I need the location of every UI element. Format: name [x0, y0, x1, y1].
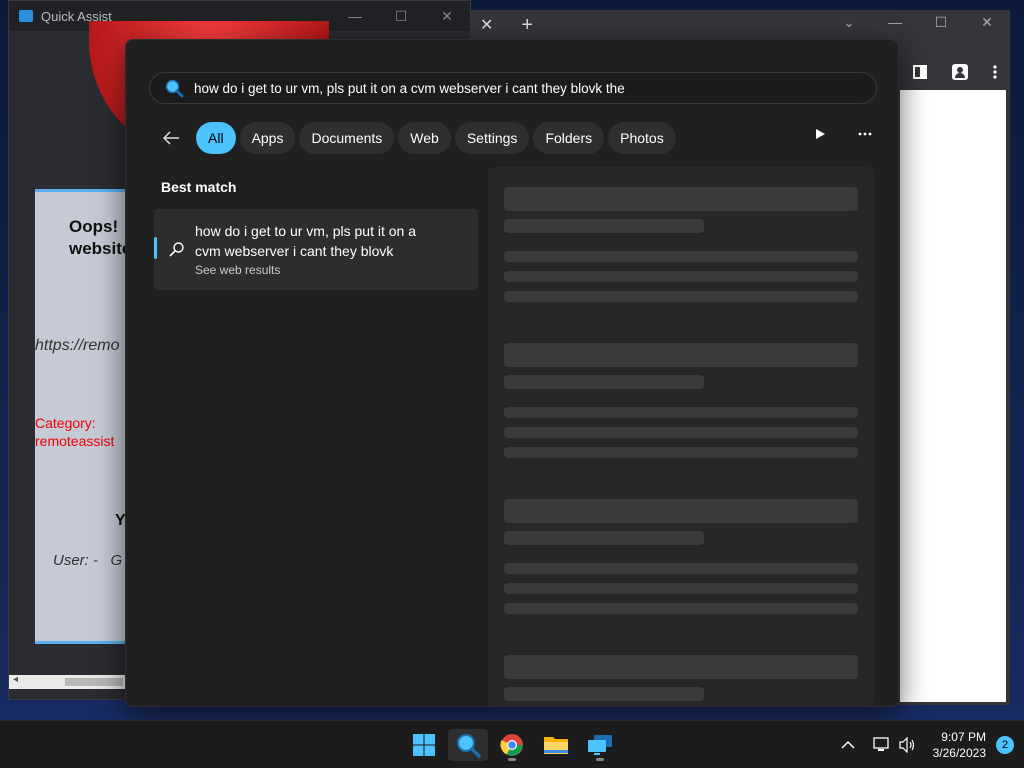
- category-text: Category: remoteassist: [35, 415, 115, 449]
- system-tray: 9:07 PM 3/26/2023 2: [841, 721, 1024, 768]
- clock-time: 9:07 PM: [941, 730, 986, 744]
- taskbar: 9:07 PM 3/26/2023 2: [0, 720, 1024, 768]
- selection-accent: [154, 237, 157, 259]
- running-indicator: [508, 758, 516, 761]
- skeleton-line: [504, 219, 704, 233]
- volume-icon[interactable]: [899, 737, 917, 753]
- search-icon: [457, 734, 481, 758]
- skeleton-line: [504, 687, 704, 701]
- filter-chip-documents[interactable]: Documents: [299, 122, 395, 154]
- windows-start-icon: [413, 734, 435, 756]
- show-hidden-icons-chevron-up-icon[interactable]: [841, 740, 855, 750]
- result-subtitle: See web results: [195, 263, 281, 277]
- skeleton-line: [504, 447, 858, 458]
- skeleton-line: [504, 407, 858, 418]
- chevron-down-icon[interactable]: ⌄: [826, 14, 872, 31]
- maximize-icon[interactable]: ☐: [918, 14, 964, 31]
- more-options-icon[interactable]: [858, 132, 872, 136]
- oops-heading: Oops! website: [69, 217, 132, 258]
- filter-bar: All Apps Documents Web Settings Folders Photos: [156, 122, 676, 154]
- filter-chip-apps[interactable]: Apps: [239, 122, 296, 154]
- back-arrow-icon[interactable]: [156, 123, 186, 153]
- network-icon[interactable]: [872, 737, 891, 753]
- skeleton-line: [504, 375, 704, 389]
- filter-chips: All Apps Documents Web Settings Folders Photos: [196, 122, 676, 154]
- taskbar-quick-assist-button[interactable]: [580, 729, 620, 761]
- chrome-page: [900, 90, 1006, 702]
- maximize-icon[interactable]: ☐: [378, 8, 424, 25]
- result-title: how do i get to ur vm, pls put it on a c…: [195, 223, 417, 259]
- filter-chip-photos[interactable]: Photos: [608, 122, 676, 154]
- search-box[interactable]: [149, 72, 877, 104]
- new-tab-icon[interactable]: +: [521, 14, 533, 37]
- filter-chip-web[interactable]: Web: [398, 122, 451, 154]
- search-input[interactable]: [194, 80, 854, 96]
- more-vert-icon[interactable]: [993, 65, 997, 79]
- profile-icon[interactable]: [951, 64, 968, 80]
- skeleton-line: [504, 603, 858, 614]
- user-text: User: - G: [53, 552, 123, 569]
- close-tab-icon[interactable]: ✕: [480, 15, 493, 35]
- close-icon[interactable]: ✕: [424, 8, 470, 25]
- play-icon[interactable]: [814, 128, 826, 140]
- skeleton-line: [504, 291, 858, 302]
- running-indicator: [596, 758, 604, 761]
- filter-chip-folders[interactable]: Folders: [533, 122, 605, 154]
- best-match-heading: Best match: [161, 179, 237, 195]
- minimize-icon[interactable]: —: [332, 8, 378, 25]
- chrome-icon: [500, 734, 523, 756]
- file-explorer-icon: [544, 737, 568, 754]
- sidebar-icon[interactable]: [912, 65, 927, 79]
- clock-date: 3/26/2023: [932, 746, 986, 760]
- scroll-left-icon[interactable]: ◂: [13, 674, 18, 685]
- taskbar-chrome-button[interactable]: [492, 729, 532, 761]
- filter-bar-extras: [814, 128, 872, 140]
- skeleton-block: [504, 655, 858, 679]
- search-panel: AllAppsDocumentsWebSettingsFoldersPhotos…: [125, 39, 899, 707]
- skeleton-line: [504, 271, 858, 282]
- close-icon[interactable]: ✕: [964, 14, 1010, 31]
- skeleton-line: [504, 251, 858, 262]
- skeleton-line: [504, 563, 858, 574]
- skeleton-line: [504, 531, 704, 545]
- horizontal-scrollbar[interactable]: ◂: [9, 674, 129, 689]
- blocked-url: https://remo: [35, 337, 120, 354]
- search-icon: [165, 79, 184, 98]
- taskbar-search-button[interactable]: [448, 729, 488, 761]
- chrome-toolbar: [900, 55, 1010, 89]
- skeleton-block: [504, 187, 858, 211]
- skeleton-line: [504, 583, 858, 594]
- preview-pane-loading: [488, 167, 874, 707]
- quick-assist-controls: — ☐ ✕: [332, 8, 470, 25]
- quick-assist-icon: [588, 735, 612, 755]
- notification-badge[interactable]: 2: [996, 736, 1014, 754]
- minimize-icon[interactable]: —: [872, 14, 918, 31]
- web-search-icon: [169, 242, 184, 257]
- scrollbar-thumb[interactable]: [65, 678, 123, 686]
- filter-chip-all[interactable]: All: [196, 122, 236, 154]
- best-match-result[interactable]: how do i get to ur vm, pls put it on a c…: [154, 209, 478, 290]
- skeleton-block: [504, 499, 858, 523]
- skeleton-line: [504, 427, 858, 438]
- quick-assist-icon: [19, 10, 33, 22]
- skeleton-block: [504, 343, 858, 367]
- filter-chip-settings[interactable]: Settings: [454, 122, 530, 154]
- clock[interactable]: 9:07 PM 3/26/2023: [933, 729, 986, 761]
- chrome-window-controls: ⌄ — ☐ ✕: [826, 14, 1010, 31]
- start-button[interactable]: [404, 729, 444, 761]
- taskbar-file-explorer-button[interactable]: [536, 729, 576, 761]
